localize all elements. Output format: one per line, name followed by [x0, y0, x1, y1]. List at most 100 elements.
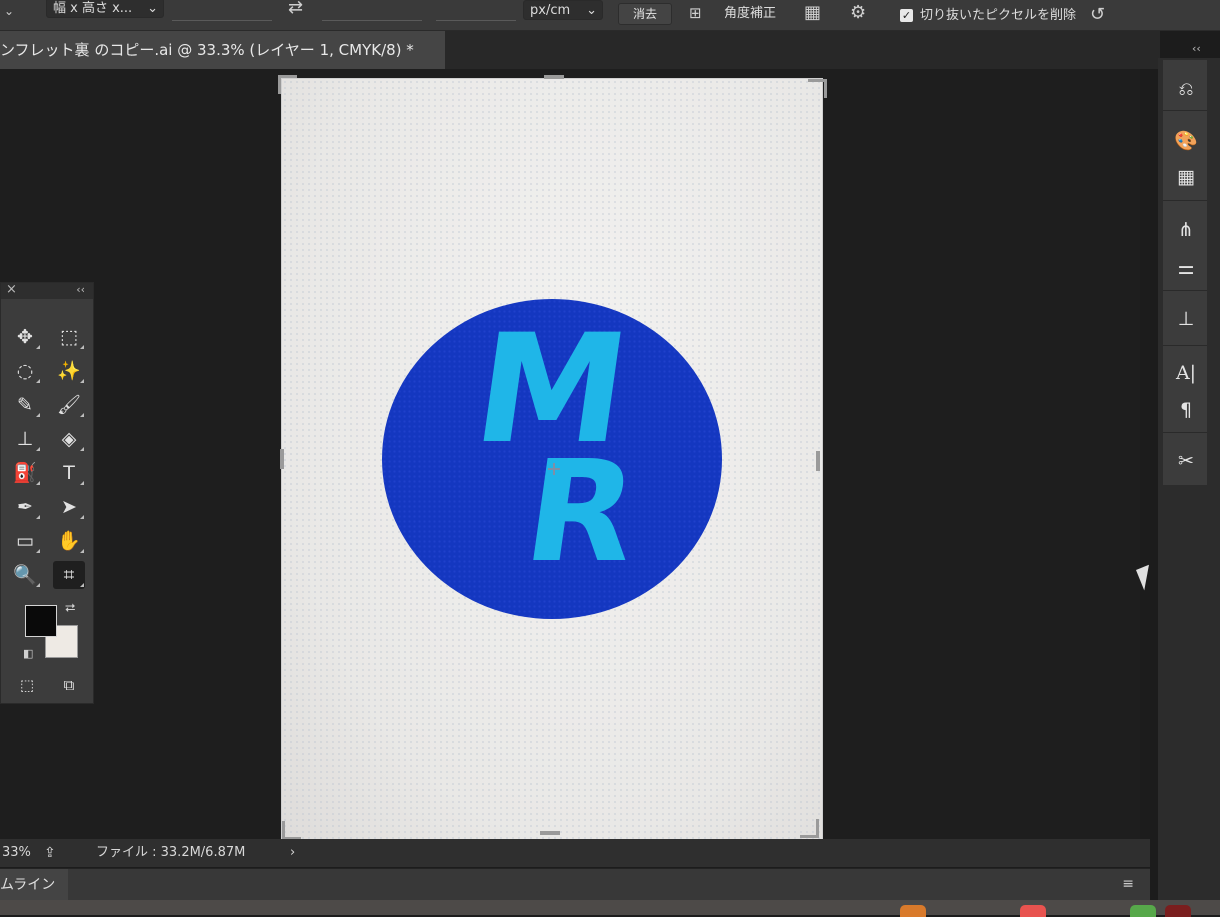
- hand-tool-icon[interactable]: ✋: [53, 527, 85, 555]
- crop-handle-right[interactable]: [816, 451, 820, 471]
- status-bar: 33% ⇪ ファイル : 33.2M/6.87M ›: [0, 839, 1150, 867]
- dock-divider: [1163, 200, 1207, 201]
- delete-cropped-checkbox[interactable]: ✓: [900, 9, 913, 22]
- resolution-field[interactable]: [436, 20, 516, 21]
- type-tool-icon[interactable]: T: [53, 459, 85, 487]
- reset-icon[interactable]: ↺: [1090, 5, 1105, 25]
- tool-flyout-indicator: [80, 515, 84, 519]
- crop-center-crosshair-icon: [548, 463, 560, 475]
- tool-flyout-indicator: [80, 345, 84, 349]
- tool-flyout-indicator: [80, 447, 84, 451]
- chevron-right-icon[interactable]: ›: [290, 839, 295, 867]
- move-tool-icon[interactable]: ✥: [9, 323, 41, 351]
- collapse-icon[interactable]: ‹‹: [76, 283, 85, 296]
- units-value: px/cm: [530, 3, 571, 18]
- tool-flyout-indicator: [36, 583, 40, 587]
- brushes-icon[interactable]: ⋔: [1168, 215, 1204, 245]
- screen-mode-icon[interactable]: ⧉: [53, 671, 85, 699]
- tool-flyout-indicator: [36, 481, 40, 485]
- tool-flyout-indicator: [80, 583, 84, 587]
- magic-wand-tool-icon[interactable]: ✨: [53, 357, 85, 385]
- clear-button[interactable]: 消去: [618, 3, 672, 25]
- logo-circle: M R: [382, 299, 722, 619]
- tool-flyout-indicator: [80, 549, 84, 553]
- path-selection-tool-icon[interactable]: ➤: [53, 493, 85, 521]
- file-size-info: ファイル : 33.2M/6.87M: [96, 845, 246, 860]
- crop-ratio-dropdown[interactable]: 幅 x 高さ x... ⌄: [46, 0, 164, 18]
- color-palette-icon[interactable]: 🎨: [1168, 126, 1204, 156]
- tool-flyout-indicator: [36, 447, 40, 451]
- tools-panel: × ‹‹ ✥ ⬚ ◌ ✨ ✎ 🖌 ⊥ ◈ ⛽ T ✒ ➤ ▭ ✋ 🔍 ⌗ ⮂ ◧ ⬚ ⧉: [0, 282, 94, 704]
- dock-collapse-icon[interactable]: ‹‹: [1192, 42, 1201, 55]
- brush-tool-icon[interactable]: 🖌: [53, 391, 85, 419]
- eraser-tool-icon[interactable]: ◈: [53, 425, 85, 453]
- dock-app-icon[interactable]: [1165, 905, 1191, 917]
- options-bar: ⌄ 幅 x 高さ x... ⌄ ⇄ px/cm ⌄ 消去 ⊞ 角度補正 ▦ ⚙ …: [0, 0, 1220, 31]
- stamp-tool-icon[interactable]: ⊥: [9, 425, 41, 453]
- adjustments-icon[interactable]: ⚌: [1168, 253, 1204, 283]
- logo-letter-r: R: [515, 431, 647, 594]
- tools-panel-header: × ‹‹: [1, 282, 93, 299]
- height-field[interactable]: [322, 20, 422, 21]
- quick-mask-icon[interactable]: ⬚: [11, 671, 43, 699]
- export-icon[interactable]: ⇪: [44, 839, 56, 867]
- swap-dimensions-icon[interactable]: ⇄: [288, 0, 303, 18]
- document-page: M R: [282, 79, 822, 839]
- units-dropdown[interactable]: px/cm ⌄: [523, 0, 603, 20]
- rectangle-tool-icon[interactable]: ▭: [9, 527, 41, 555]
- dock-divider: [1163, 290, 1207, 291]
- tool-flyout-indicator: [80, 413, 84, 417]
- history-icon[interactable]: ⎌: [1168, 74, 1204, 104]
- crop-handle-bottom-right[interactable]: [800, 819, 819, 838]
- lasso-tool-icon[interactable]: ◌: [9, 357, 41, 385]
- paragraph-icon[interactable]: ¶: [1168, 395, 1204, 425]
- dock-app-icon[interactable]: [1130, 905, 1156, 917]
- crop-ratio-value: 幅 x 高さ x...: [53, 1, 133, 16]
- crop-handle-top-right[interactable]: [808, 79, 827, 98]
- panel-menu-icon[interactable]: ≡: [1122, 876, 1134, 892]
- tool-flyout-indicator: [80, 481, 84, 485]
- straighten-label[interactable]: 角度補正: [724, 4, 776, 24]
- character-panel-icon[interactable]: A|: [1168, 358, 1204, 388]
- chevron-down-icon: ⌄: [586, 3, 597, 18]
- width-field[interactable]: [172, 20, 272, 21]
- crop-handle-bottom[interactable]: [540, 831, 560, 835]
- tool-preset-chevron-icon[interactable]: ⌄: [4, 4, 14, 18]
- foreground-color-swatch[interactable]: [25, 605, 57, 637]
- timeline-tab[interactable]: ムライン: [0, 869, 68, 901]
- straighten-icon[interactable]: ⊞: [689, 3, 702, 23]
- zoom-tool-icon[interactable]: 🔍: [9, 561, 41, 589]
- close-icon[interactable]: ×: [6, 282, 17, 297]
- delete-cropped-label: 切り抜いたピクセルを削除: [920, 8, 1077, 23]
- tool-flyout-indicator: [36, 413, 40, 417]
- tool-presets-icon[interactable]: ✂: [1168, 446, 1204, 476]
- swap-colors-icon[interactable]: ⮂: [65, 601, 75, 616]
- crop-tool-icon[interactable]: ⌗: [53, 561, 85, 589]
- tool-flyout-indicator: [36, 515, 40, 519]
- dock-app-icon[interactable]: [900, 905, 926, 917]
- document-tab[interactable]: ンフレット裏 のコピー.ai @ 33.3% (レイヤー 1, CMYK/8) …: [0, 31, 445, 69]
- default-colors-icon[interactable]: ◧: [23, 647, 33, 660]
- canvas-area[interactable]: M R: [0, 69, 1140, 840]
- marquee-tool-icon[interactable]: ⬚: [53, 323, 85, 351]
- crop-handle-bottom-left[interactable]: [282, 821, 301, 840]
- paint-bucket-tool-icon[interactable]: ⛽: [9, 459, 41, 487]
- tool-flyout-indicator: [80, 379, 84, 383]
- crop-handle-left[interactable]: [280, 449, 284, 469]
- clone-source-icon[interactable]: ⊥: [1168, 304, 1204, 334]
- eyedropper-tool-icon[interactable]: ✎: [9, 391, 41, 419]
- crop-handle-top[interactable]: [544, 75, 564, 79]
- overlay-grid-icon[interactable]: ▦: [804, 3, 821, 23]
- dock-divider: [1163, 345, 1207, 346]
- dock-app-icon[interactable]: [1020, 905, 1046, 917]
- swatches-grid-icon[interactable]: ▦: [1168, 162, 1204, 192]
- dock-divider: [1163, 110, 1207, 111]
- chevron-down-icon: ⌄: [147, 1, 158, 16]
- tool-flyout-indicator: [36, 549, 40, 553]
- tool-flyout-indicator: [36, 345, 40, 349]
- pen-tool-icon[interactable]: ✒: [9, 493, 41, 521]
- zoom-level[interactable]: 33%: [2, 839, 31, 867]
- document-tab-row: ンフレット裏 のコピー.ai @ 33.3% (レイヤー 1, CMYK/8) …: [0, 31, 1160, 69]
- crop-handle-top-left[interactable]: [278, 75, 297, 94]
- gear-icon[interactable]: ⚙: [850, 3, 866, 23]
